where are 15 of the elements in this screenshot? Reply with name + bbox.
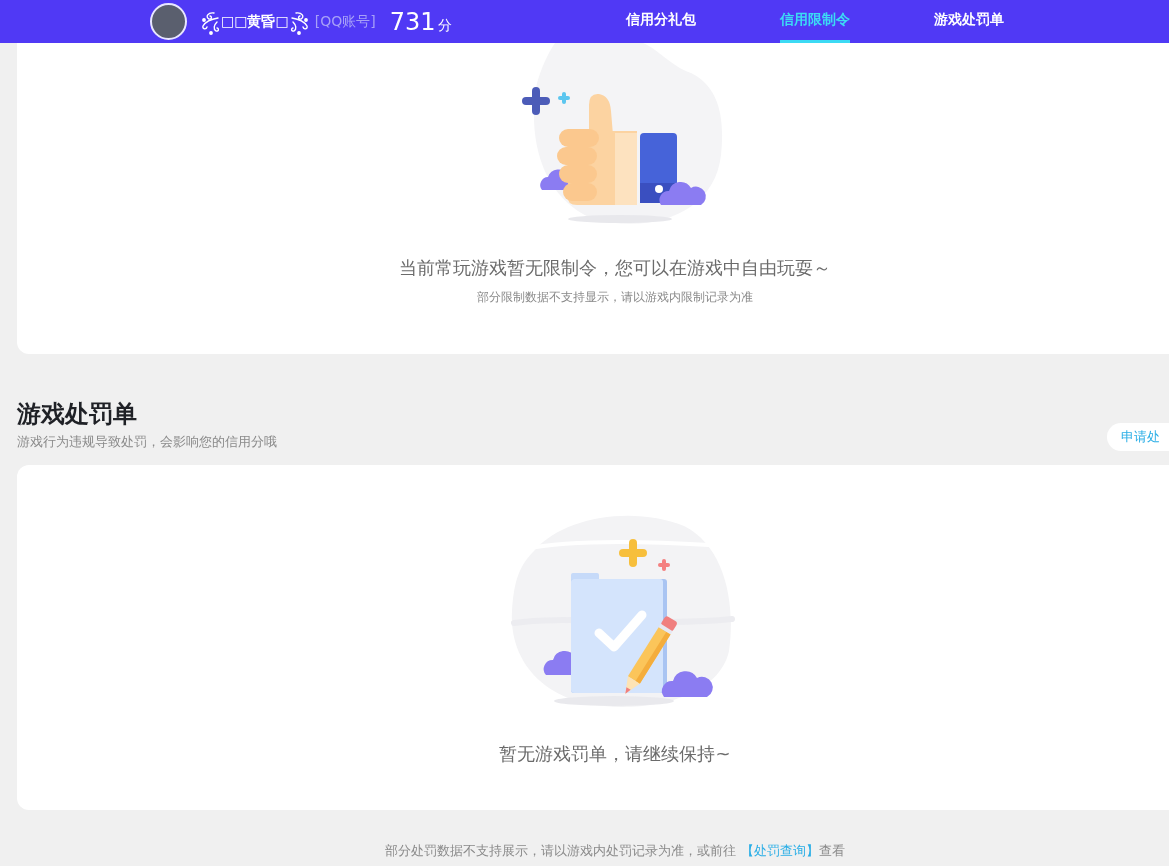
credit-score: 731 bbox=[389, 7, 436, 36]
score-unit: 分 bbox=[438, 16, 453, 35]
apply-penalty-button[interactable]: 申请处 bbox=[1107, 423, 1169, 451]
empty-state-note: 部分限制数据不支持显示，请以游戏内限制记录为准 bbox=[477, 289, 753, 306]
account-label: [QQ账号] bbox=[314, 12, 376, 31]
avatar-placeholder bbox=[150, 3, 187, 40]
nav-tab[interactable]: 信用分礼包 bbox=[626, 0, 696, 43]
section-subtitle: 游戏行为违规导致处罚，会影响您的信用分哦 bbox=[17, 433, 277, 451]
nav-tab[interactable]: 游戏处罚单 bbox=[934, 0, 1004, 43]
footer-note: 部分处罚数据不支持展示，请以游戏内处罚记录为准，或前往 【处罚查询】查看 bbox=[384, 842, 846, 860]
penalty-query-link[interactable]: 【处罚查询】 bbox=[740, 843, 819, 858]
nickname: □□黄昏□ bbox=[221, 12, 289, 31]
empty-state-message: 暂无游戏罚单，请继续保持~ bbox=[499, 742, 731, 766]
section-title: 游戏处罚单 bbox=[17, 399, 138, 430]
empty-state-message: 当前常玩游戏暂无限制令，您可以在游戏中自由玩耍～ bbox=[399, 256, 831, 280]
